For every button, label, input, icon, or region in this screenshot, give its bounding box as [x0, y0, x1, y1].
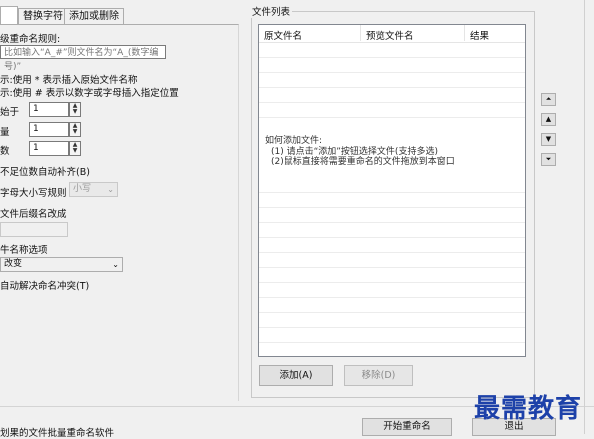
tab-first[interactable] [0, 6, 18, 25]
move-bottom-button[interactable]: ⏷ [541, 153, 556, 166]
start-value[interactable]: 1 [29, 102, 69, 117]
tab-replace-chars[interactable]: 替换字符 [18, 8, 68, 25]
window-edge [584, 0, 585, 434]
hint-asterisk: 示:使用 * 表示插入原始文件名称 [0, 75, 138, 86]
tab-replace-chars-label: 替换字符 [23, 11, 63, 22]
list-row [259, 117, 525, 118]
remove-button[interactable]: 移除(D) [344, 365, 413, 386]
list-row [259, 192, 525, 193]
case-rule-label: 字母大小写规则 [0, 188, 67, 199]
rule-label: 级重命名规则: [0, 34, 61, 45]
move-bottom-icon: ⏷ [545, 155, 552, 163]
step-label: 量 [0, 127, 10, 138]
app-description: 划果的文件批量重命名软件 [0, 428, 115, 439]
list-row [259, 222, 525, 223]
move-up-icon: ▲ [545, 115, 552, 123]
list-row [259, 267, 525, 268]
list-row [259, 72, 525, 73]
add-hint-line2: (2)鼠标直接将需要重命名的文件拖放到本窗口 [271, 157, 455, 167]
watermark: 最需教育 [474, 394, 583, 424]
file-list-title: 文件列表 [250, 4, 293, 18]
start-rename-button[interactable]: 开始重命名 [362, 418, 452, 436]
list-row [259, 312, 525, 313]
tab-add-remove[interactable]: 添加或删除 [64, 8, 124, 25]
column-divider [360, 25, 361, 41]
chevron-down-icon: ⌄ [112, 260, 119, 269]
auto-resolve-checkbox-label[interactable]: 自动解决命名冲突(T) [0, 278, 89, 292]
tab-add-remove-label: 添加或删除 [69, 11, 119, 22]
digits-label: 数 [0, 146, 10, 157]
move-top-icon: ⏶ [545, 95, 552, 103]
ext-label: 文件后缀名改成 [0, 209, 67, 220]
list-row [259, 207, 525, 208]
ext-input[interactable] [0, 222, 68, 237]
column-divider [464, 25, 465, 41]
list-row [259, 282, 525, 283]
move-down-icon: ▼ [545, 135, 552, 143]
step-stepper[interactable]: 1 ▲ ▼ [29, 122, 81, 137]
name-option-value: 改变 [4, 259, 23, 269]
move-down-button[interactable]: ▼ [541, 133, 556, 146]
column-original-name[interactable]: 原文件名 [264, 28, 302, 42]
chevron-down-icon[interactable]: ▼ [70, 129, 80, 135]
file-list[interactable]: 原文件名 预览文件名 结果 如何添加文件: (1) 请点击“添加”按钮选择文件(… [258, 24, 526, 357]
chevron-down-icon[interactable]: ▼ [70, 148, 80, 154]
start-label: 始于 [0, 107, 20, 118]
start-stepper-buttons[interactable]: ▲ ▼ [69, 102, 81, 117]
hint-hash: 示:使用 # 表示以数字或字母插入指定位置 [0, 88, 179, 99]
list-row [259, 342, 525, 343]
column-preview-name[interactable]: 预览文件名 [366, 28, 414, 42]
move-top-button[interactable]: ⏶ [541, 93, 556, 106]
digits-value[interactable]: 1 [29, 141, 69, 156]
file-list-header: 原文件名 预览文件名 结果 [259, 25, 525, 43]
list-row [259, 297, 525, 298]
move-up-button[interactable]: ▲ [541, 113, 556, 126]
auto-pad-checkbox-label[interactable]: 不足位数自动补齐(B) [0, 164, 90, 178]
case-rule-select[interactable]: 小写 ⌄ [69, 182, 118, 197]
chevron-down-icon: ⌄ [107, 185, 114, 194]
name-option-select[interactable]: 改变 ⌄ [0, 257, 123, 272]
rule-input[interactable]: 比如输入“A_#”则文件名为“A_(数字编号)” [0, 45, 166, 72]
start-stepper[interactable]: 1 ▲ ▼ [29, 102, 81, 117]
add-button[interactable]: 添加(A) [259, 365, 333, 386]
list-row [259, 102, 525, 103]
digits-stepper-buttons[interactable]: ▲ ▼ [69, 141, 81, 156]
list-row [259, 87, 525, 88]
digits-stepper[interactable]: 1 ▲ ▼ [29, 141, 81, 156]
name-option-label: 牛名称选项 [0, 245, 48, 256]
chevron-down-icon[interactable]: ▼ [70, 109, 80, 115]
list-row [259, 252, 525, 253]
case-rule-value: 小写 [73, 184, 92, 194]
step-value[interactable]: 1 [29, 122, 69, 137]
column-result[interactable]: 结果 [470, 28, 489, 42]
list-row [259, 237, 525, 238]
step-stepper-buttons[interactable]: ▲ ▼ [69, 122, 81, 137]
list-row [259, 327, 525, 328]
list-row [259, 57, 525, 58]
